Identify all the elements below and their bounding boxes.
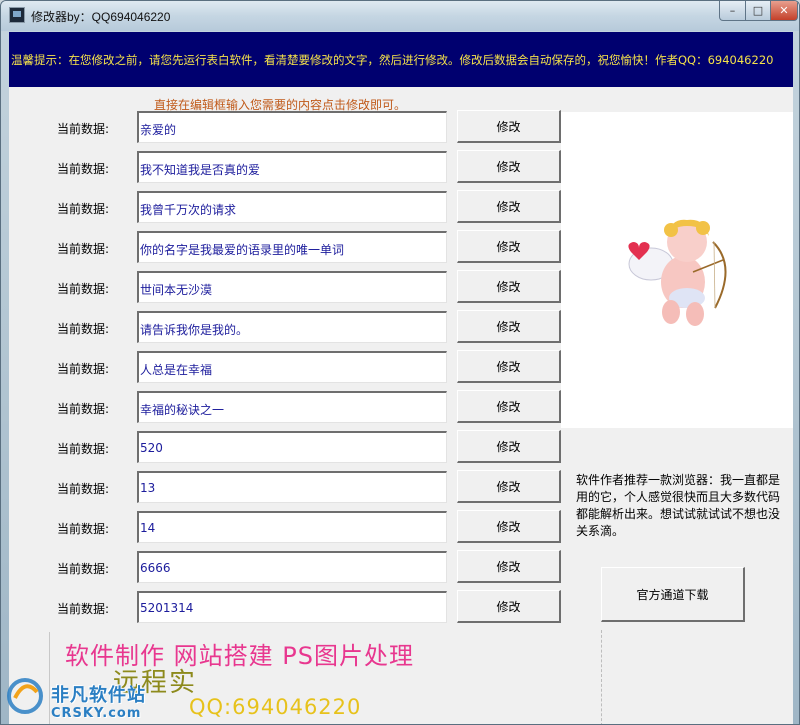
cupid-image-panel (561, 112, 793, 428)
modify-button-13[interactable]: 修改 (457, 590, 561, 623)
data-field-6[interactable]: 请告诉我你是我的。 (137, 311, 447, 343)
row-label: 当前数据: (57, 562, 110, 576)
data-field-9[interactable]: 520 (137, 431, 447, 463)
row-label: 当前数据: (57, 322, 110, 336)
tip-text: 温馨提示：在您修改之前，请您先运行表白软件，看清楚要修改的文字，然后进行修改。修… (11, 53, 774, 67)
app-window: 修改器by：QQ694046220 – □ ✕ 温馨提示：在您修改之前，请您先运… (0, 0, 800, 725)
maximize-button[interactable]: □ (745, 1, 771, 21)
row-label: 当前数据: (57, 522, 110, 536)
official-download-button[interactable]: 官方通道下载 (601, 567, 745, 622)
app-icon (9, 7, 25, 23)
row-label: 当前数据: (57, 402, 110, 416)
divider (601, 630, 602, 724)
modify-button-3[interactable]: 修改 (457, 190, 561, 223)
modify-button-9[interactable]: 修改 (457, 430, 561, 463)
modify-button-2[interactable]: 修改 (457, 150, 561, 183)
row-label: 当前数据: (57, 202, 110, 216)
data-field-13[interactable]: 5201314 (137, 591, 447, 623)
promo-qq: QQ:694046220 (189, 695, 362, 719)
data-field-1[interactable]: 亲爱的 (137, 111, 447, 143)
data-field-12[interactable]: 6666 (137, 551, 447, 583)
modify-button-4[interactable]: 修改 (457, 230, 561, 263)
cupid-icon (628, 219, 727, 326)
modify-button-10[interactable]: 修改 (457, 470, 561, 503)
window-title: 修改器by：QQ694046220 (31, 10, 171, 24)
data-field-11[interactable]: 14 (137, 511, 447, 543)
modify-button-1[interactable]: 修改 (457, 110, 561, 143)
watermark-text: 非凡软件站 (51, 685, 146, 706)
row-label: 当前数据: (57, 482, 110, 496)
data-field-3[interactable]: 我曾千万次的请求 (137, 191, 447, 223)
modify-button-11[interactable]: 修改 (457, 510, 561, 543)
row-label: 当前数据: (57, 602, 110, 616)
data-field-7[interactable]: 人总是在幸福 (137, 351, 447, 383)
data-field-5[interactable]: 世间本无沙漠 (137, 271, 447, 303)
row-label: 当前数据: (57, 442, 110, 456)
row-label: 当前数据: (57, 242, 110, 256)
modify-button-12[interactable]: 修改 (457, 550, 561, 583)
watermark-url: CRSKY.com (51, 706, 142, 721)
modify-button-5[interactable]: 修改 (457, 270, 561, 303)
row-label: 当前数据: (57, 122, 110, 136)
modify-button-6[interactable]: 修改 (457, 310, 561, 343)
tip-banner: 温馨提示：在您修改之前，请您先运行表白软件，看清楚要修改的文字，然后进行修改。修… (9, 32, 793, 87)
row-label: 当前数据: (57, 282, 110, 296)
data-field-4[interactable]: 你的名字是我最爱的语录里的唯一单词 (137, 231, 447, 263)
data-field-8[interactable]: 幸福的秘诀之一 (137, 391, 447, 423)
recommend-text: 软件作者推荐一款浏览器：我一直都是用的它，个人感觉很快而且大多数代码都能解析出来… (576, 473, 781, 538)
modify-button-8[interactable]: 修改 (457, 390, 561, 423)
close-button[interactable]: ✕ (770, 1, 798, 21)
row-label: 当前数据: (57, 362, 110, 376)
title-bar[interactable]: 修改器by：QQ694046220 – □ ✕ (1, 1, 799, 31)
client-area: 温馨提示：在您修改之前，请您先运行表白软件，看清楚要修改的文字，然后进行修改。修… (9, 32, 793, 724)
modify-button-7[interactable]: 修改 (457, 350, 561, 383)
data-field-10[interactable]: 13 (137, 471, 447, 503)
data-field-2[interactable]: 我不知道我是否真的爱 (137, 151, 447, 183)
row-label: 当前数据: (57, 162, 110, 176)
minimize-button[interactable]: – (719, 1, 746, 21)
